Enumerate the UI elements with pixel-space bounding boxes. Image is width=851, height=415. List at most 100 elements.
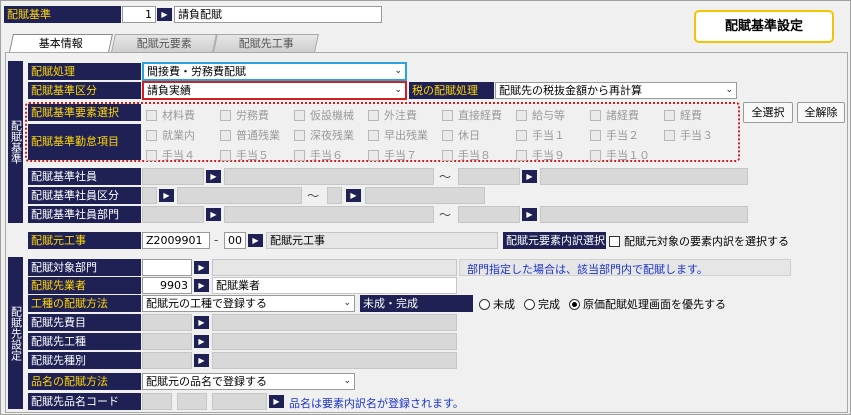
status-label: 未成・完成 (360, 295, 473, 312)
tab-basic-info[interactable]: 基本情報 (9, 34, 113, 52)
clear-all-button[interactable]: 全解除 (797, 102, 845, 123)
vendor-search-button[interactable]: ▶ (194, 279, 209, 292)
source-work-search-button[interactable]: ▶ (248, 234, 263, 247)
item-code-part-2[interactable] (177, 393, 207, 410)
item-code-search-button[interactable]: ▶ (269, 395, 284, 408)
element-checkbox[interactable]: 諸経費 (590, 107, 639, 123)
attendance-checkbox[interactable]: 早出残業 (368, 127, 428, 143)
allocation-process-select[interactable]: 間接費・労務費配賦 ⌄ (142, 62, 407, 81)
tax-process-label: 税の配賦処理 (409, 82, 494, 99)
attendance-checkbox[interactable]: 手当５ (220, 147, 269, 163)
attendance-checkbox[interactable]: 手当７ (368, 147, 417, 163)
employee-dept-from[interactable] (142, 206, 204, 223)
standard-search-button[interactable]: ▶ (157, 8, 172, 21)
expense-label: 配賦先費目 (28, 314, 141, 331)
arrow-right-icon: ▶ (198, 263, 205, 272)
element-checkbox[interactable]: 外注費 (368, 107, 417, 123)
arrow-right-icon: ▶ (252, 236, 259, 245)
attendance-checkbox[interactable]: 手当３ (664, 127, 713, 143)
allocation-standard-name[interactable]: 請負配賦 (174, 6, 382, 23)
source-work-separator: - (214, 233, 219, 247)
status-radio-incomplete[interactable]: 未成 (479, 296, 515, 312)
tax-process-select[interactable]: 配賦先の税抜金額から再計算 ⌄ (495, 82, 737, 99)
work-type-search-button[interactable]: ▶ (194, 335, 209, 348)
attendance-checkbox[interactable]: 手当６ (294, 147, 343, 163)
attendance-checkbox[interactable]: 就業内 (146, 127, 195, 143)
employee-dept-from-name (224, 206, 434, 223)
item-code-part-1[interactable] (142, 393, 172, 410)
item-code-part-3[interactable] (212, 393, 267, 410)
status-radio-prefer-screen[interactable]: 原価配賦処理画面を優先する (569, 296, 726, 312)
work-method-select[interactable]: 配賦元の工種で登録する ⌄ (142, 295, 355, 312)
employee-dept-from-button[interactable]: ▶ (206, 208, 221, 221)
target-dept-name (212, 259, 457, 276)
source-work-code[interactable]: Z2009901 (142, 232, 210, 249)
element-checkbox[interactable]: 給与等 (516, 107, 565, 123)
element-checkbox[interactable]: 経費 (664, 107, 702, 123)
target-dept-search-button[interactable]: ▶ (194, 261, 209, 274)
tab-dest-work[interactable]: 配賦先工事 (213, 34, 319, 52)
employee-range-tilde: ～ (439, 170, 452, 184)
chevron-down-icon: ⌄ (725, 85, 733, 95)
select-all-button[interactable]: 全選択 (743, 102, 793, 123)
employee-to-code[interactable] (458, 168, 520, 185)
kind-name (212, 352, 457, 369)
status-radio-complete[interactable]: 完成 (524, 296, 560, 312)
employee-dept-to[interactable] (458, 206, 520, 223)
expense-code[interactable] (142, 314, 192, 331)
employee-from-search-button[interactable]: ▶ (206, 170, 221, 183)
section-label-allocation-standard: 配賦基準 (8, 61, 23, 223)
chevron-down-icon: ⌄ (343, 298, 351, 308)
allocation-standard-code[interactable]: 1 (122, 6, 156, 23)
employee-class-from[interactable] (142, 187, 157, 204)
element-checkbox[interactable]: 労務費 (220, 107, 269, 123)
attendance-checkbox[interactable]: 普通残業 (220, 127, 280, 143)
arrow-right-icon: ▶ (198, 281, 205, 290)
work-method-label: 工種の配賦方法 (28, 295, 141, 312)
employee-to-name (540, 168, 748, 185)
target-dept-code[interactable] (142, 259, 192, 276)
kind-code[interactable] (142, 352, 192, 369)
employee-to-search-button[interactable]: ▶ (522, 170, 537, 183)
employee-class-from-button[interactable]: ▶ (159, 189, 174, 202)
employee-class-to[interactable] (327, 187, 342, 204)
attendance-checkbox[interactable]: 深夜残業 (294, 127, 354, 143)
kind-search-button[interactable]: ▶ (194, 354, 209, 367)
source-work-sub[interactable]: 00 (224, 232, 246, 249)
employee-dept-label: 配賦基準社員部門 (28, 206, 141, 223)
attendance-checkbox[interactable]: 手当８ (442, 147, 491, 163)
element-checkbox[interactable]: 直接経費 (442, 107, 502, 123)
attendance-items-label: 配賦基準勤怠項目 (28, 124, 141, 160)
vendor-label: 配賦先業者 (28, 277, 141, 294)
attendance-checkbox[interactable]: 手当９ (516, 147, 565, 163)
elements-select-label: 配賦基準要素選択 (28, 104, 141, 121)
employee-class-to-button[interactable]: ▶ (346, 189, 361, 202)
attendance-checkbox[interactable]: 手当２ (590, 127, 639, 143)
work-type-name (212, 333, 457, 350)
arrow-right-icon: ▶ (198, 356, 205, 365)
attendance-checkbox[interactable]: 手当４ (146, 147, 195, 163)
work-type-code[interactable] (142, 333, 192, 350)
arrow-right-icon: ▶ (210, 210, 217, 219)
arrow-right-icon: ▶ (161, 10, 168, 19)
attendance-checkbox[interactable]: 休日 (442, 127, 480, 143)
element-checkbox[interactable]: 仮設機械 (294, 107, 354, 123)
employee-dept-to-button[interactable]: ▶ (522, 208, 537, 221)
expense-name (212, 314, 457, 331)
employee-from-name (224, 168, 434, 185)
chevron-down-icon: ⌄ (343, 376, 351, 386)
element-checkbox[interactable]: 材料費 (146, 107, 195, 123)
expense-search-button[interactable]: ▶ (194, 316, 209, 329)
employee-from-code[interactable] (142, 168, 204, 185)
item-method-select[interactable]: 配賦元の品名で登録する ⌄ (142, 373, 355, 390)
elements-row: 材料費 労務費 仮設機械 外注費 直接経費 給与等 諸経費 経費 (142, 104, 737, 122)
attendance-checkbox[interactable]: 手当１ (516, 127, 565, 143)
allocation-process-label: 配賦処理 (28, 63, 141, 80)
attendance-checkbox[interactable]: 手当１０ (590, 147, 650, 163)
tab-source-elements[interactable]: 配賦元要素 (111, 34, 217, 52)
vendor-code[interactable]: 9903 (142, 277, 192, 294)
item-method-label: 品名の配賦方法 (28, 373, 141, 390)
source-detail-checkbox[interactable]: 配賦元対象の要素内訳を選択する (609, 233, 789, 249)
allocation-category-select[interactable]: 請負実績 ⌄ (142, 81, 407, 100)
arrow-right-icon: ▶ (163, 191, 170, 200)
